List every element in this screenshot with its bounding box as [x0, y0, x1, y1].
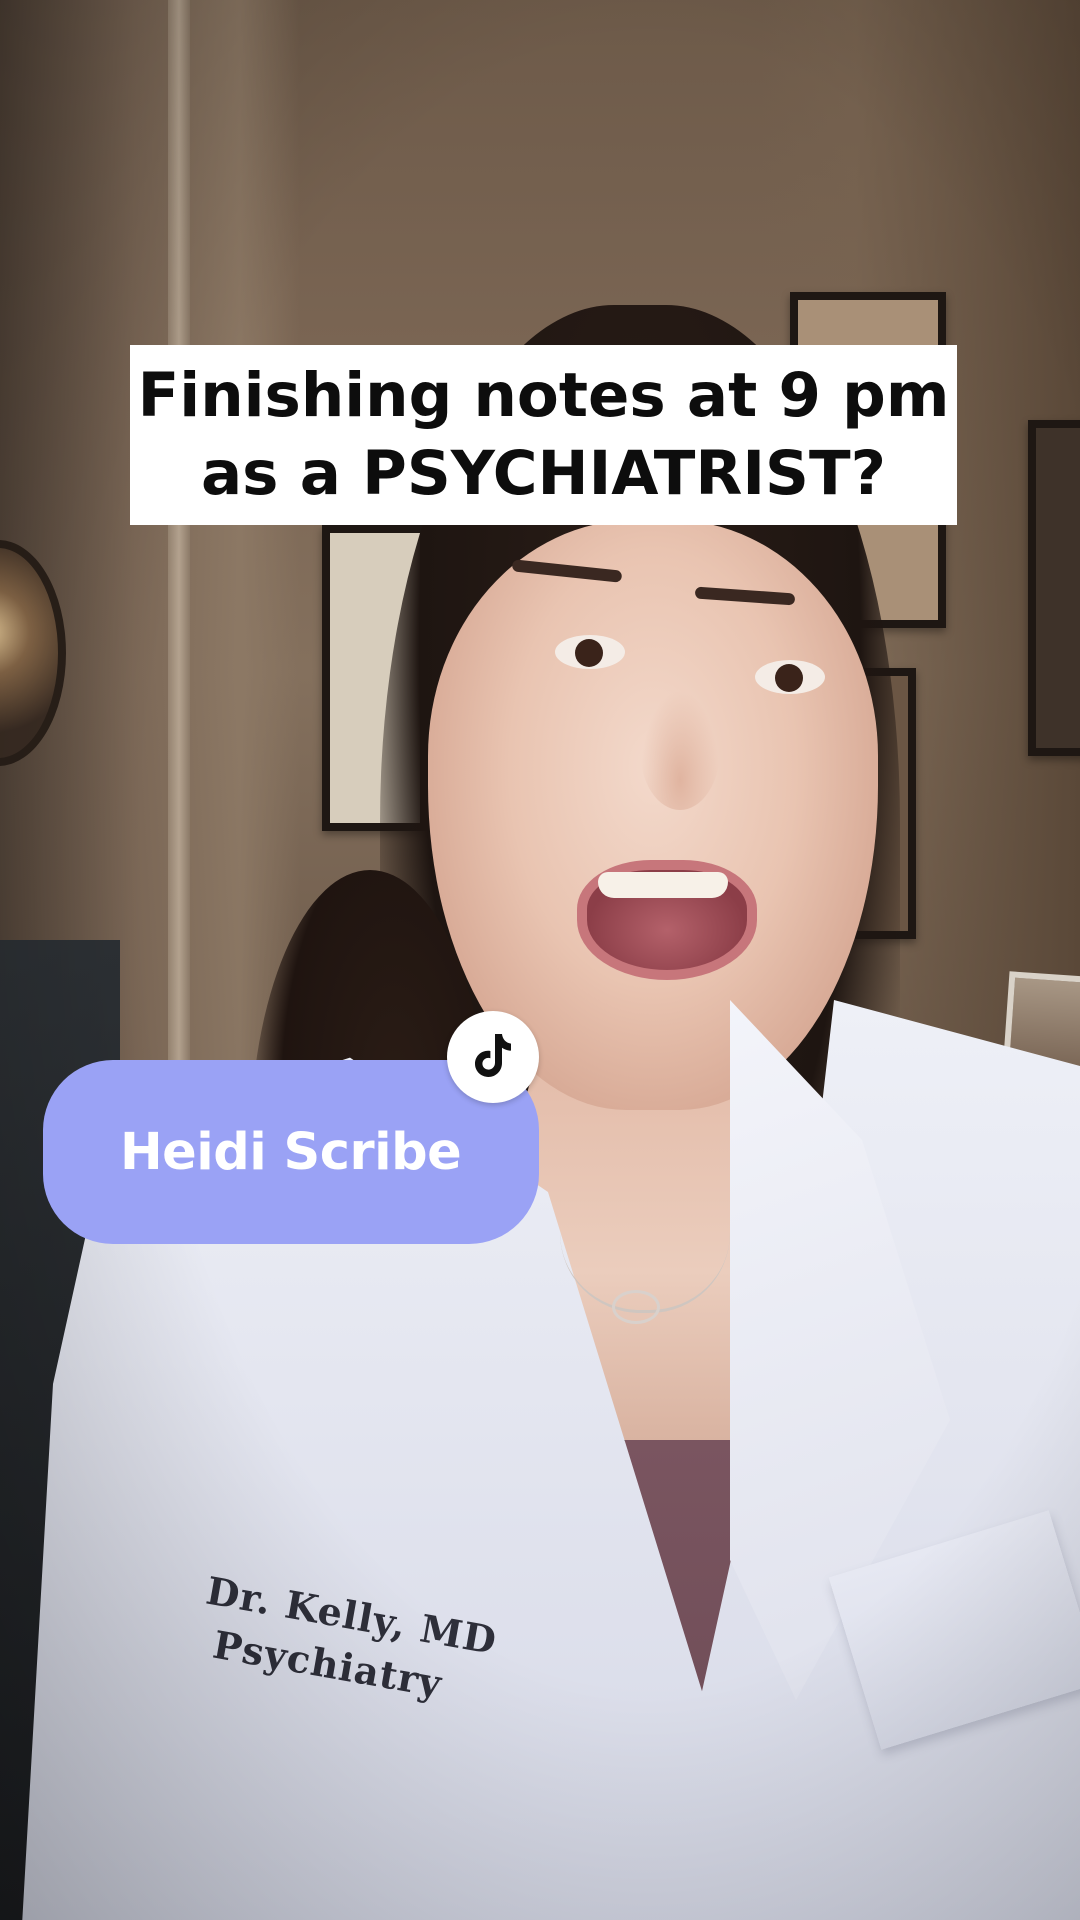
person-eye: [555, 635, 625, 669]
video-frame: Dr. Kelly, MD Psychiatry Finishing notes…: [0, 0, 1080, 1920]
wall-picture-frame: [1028, 420, 1080, 756]
door-frame: [168, 0, 190, 1060]
necklace-pendant: [612, 1290, 660, 1324]
tiktok-logo-glyph: [475, 1034, 511, 1077]
person-teeth: [598, 872, 728, 898]
tiktok-icon[interactable]: [447, 1011, 539, 1103]
caption-line: as a PSYCHIATRIST?: [201, 438, 886, 509]
sticker-label: Heidi Scribe: [120, 1122, 462, 1182]
caption-line: Finishing notes at 9 pm: [137, 360, 950, 431]
person-eye: [755, 660, 825, 694]
caption-overlay: Finishing notes at 9 pm as a PSYCHIATRIS…: [130, 345, 957, 525]
person-nose: [640, 690, 720, 810]
